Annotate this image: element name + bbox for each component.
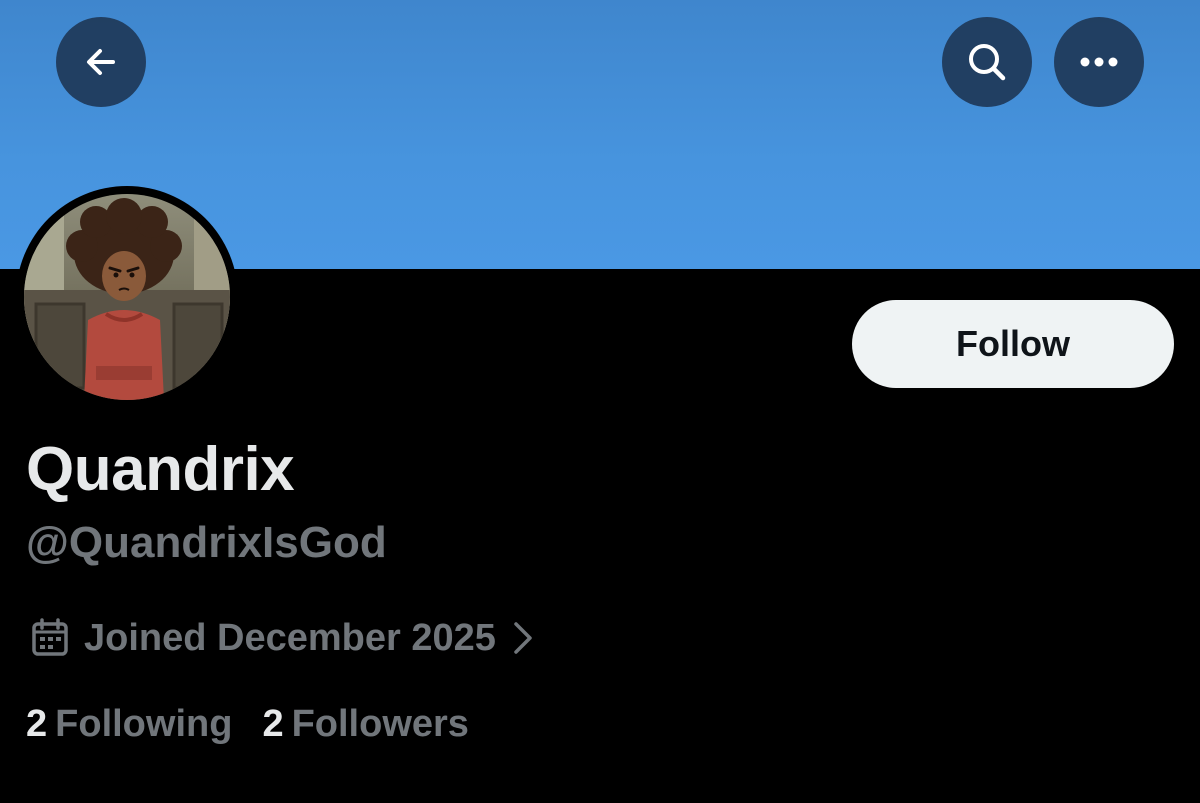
followers-count: 2 [262,703,284,745]
more-horizontal-icon [1080,57,1118,67]
back-button[interactable] [56,17,146,107]
calendar-icon [32,618,68,656]
follow-button[interactable]: Follow [852,300,1174,388]
search-button[interactable] [942,17,1032,107]
avatar-image [24,194,230,400]
follow-stats: 2 Following 2 Followers [26,698,469,750]
chevron-right-icon [514,622,532,654]
display-name: Quandrix [26,435,295,504]
username-handle: @QuandrixIsGod [26,518,387,567]
search-icon [969,44,1006,81]
following-link[interactable]: 2 Following [26,698,232,750]
following-label: Following [55,703,233,745]
avatar[interactable] [24,194,230,400]
joined-date: Joined December 2025 [84,617,496,659]
more-options-button[interactable] [1054,17,1144,107]
followers-link[interactable]: 2 Followers [262,698,469,750]
joined-date-row[interactable]: Joined December 2025 [30,612,534,664]
followers-label: Followers [291,703,469,745]
arrow-left-icon [87,49,115,75]
following-count: 2 [26,703,48,745]
profile-page: Follow Quandrix @QuandrixIsGod Joined De… [0,0,1200,803]
